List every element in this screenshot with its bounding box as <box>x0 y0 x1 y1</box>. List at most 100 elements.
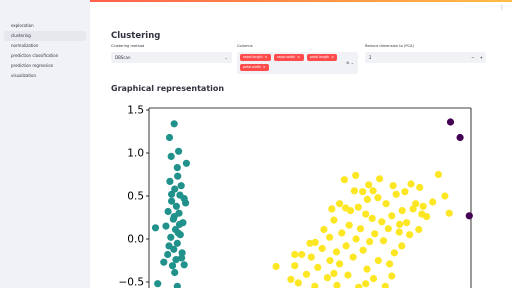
data-point-cluster-1 <box>291 262 299 270</box>
data-point-cluster-1 <box>318 244 326 253</box>
clustering-method-select[interactable]: DBScan ⌄ <box>111 52 232 63</box>
data-point-cluster-1 <box>307 253 315 261</box>
data-point-cluster-1 <box>363 265 371 273</box>
data-point-cluster-1 <box>320 225 328 234</box>
data-point-cluster-1 <box>349 253 357 261</box>
data-point-cluster-1 <box>381 282 389 288</box>
data-point-cluster-0 <box>168 190 176 198</box>
remove-tag-icon[interactable]: × <box>265 55 268 59</box>
data-point-cluster-1 <box>362 210 370 218</box>
section-title: Graphical representation <box>111 84 225 93</box>
data-point-cluster-0 <box>170 120 178 128</box>
data-point-cluster-1 <box>359 188 367 196</box>
remove-tag-icon[interactable]: × <box>263 65 266 69</box>
data-point-cluster-0 <box>171 268 179 277</box>
data-point-cluster-1 <box>344 271 352 279</box>
data-point-cluster-1 <box>386 260 394 268</box>
data-point-cluster-1 <box>389 182 397 190</box>
chevron-down-icon[interactable]: ⌄ <box>351 60 354 65</box>
data-point-cluster-1 <box>378 218 386 226</box>
data-point-cluster-1 <box>434 170 442 179</box>
data-point-cluster-1 <box>407 180 415 188</box>
data-point-cluster-1 <box>306 239 314 247</box>
data-point-cluster-1 <box>326 256 334 265</box>
data-point-cluster-1 <box>415 225 423 234</box>
remove-tag-icon[interactable]: × <box>297 55 300 59</box>
data-point-cluster-0 <box>176 191 184 199</box>
increment-button[interactable]: + <box>480 55 483 60</box>
reduce-dimension-label: Reduce dimension to (PCA) <box>365 44 414 48</box>
y-tick-label: −0.5 <box>119 277 145 288</box>
sidebar-item-exploration[interactable]: exploration <box>4 21 86 31</box>
data-point-cluster-0 <box>174 172 182 180</box>
data-point-cluster-1 <box>314 263 322 271</box>
data-point-cluster-1 <box>362 280 370 288</box>
data-point-cluster-1 <box>416 183 424 191</box>
data-point-cluster-1 <box>350 187 358 195</box>
y-tick-label: 1.5 <box>127 105 144 117</box>
data-point-cluster-1 <box>382 200 390 208</box>
data-point-cluster-0 <box>182 159 190 167</box>
reduce-dimension-stepper[interactable]: 2 − + <box>365 52 486 63</box>
data-point-cluster-1 <box>298 250 306 259</box>
clustering-method-label: Clustering method <box>111 44 145 48</box>
data-point-cluster-1 <box>302 270 311 278</box>
column-tag-sepal-length[interactable]: sepal.length × <box>240 54 271 61</box>
data-point-cluster-1 <box>398 242 406 250</box>
data-point-cluster-1 <box>291 250 299 259</box>
data-point-cluster-0 <box>172 202 180 210</box>
data-point-cluster-1 <box>333 281 341 288</box>
data-point-cluster-1 <box>354 203 362 211</box>
data-point-cluster-1 <box>401 188 409 196</box>
data-point-cluster-0 <box>182 199 190 207</box>
data-point-cluster-1 <box>330 216 338 224</box>
sidebar-item-prediction-regression[interactable]: prediction regression <box>4 61 86 71</box>
data-point-cluster-1 <box>368 214 376 222</box>
sidebar-item-clustering[interactable]: clustering <box>4 31 86 41</box>
sidebar-item-normalization[interactable]: normalization <box>4 41 86 51</box>
data-point-cluster-0 <box>165 133 174 142</box>
data-point-cluster-1 <box>388 272 396 280</box>
column-tag-sepal-width[interactable]: sepal.width × <box>274 54 304 61</box>
data-point-cluster-1 <box>326 233 334 241</box>
data-point-cluster-0 <box>154 280 162 288</box>
multiselect-controls: ⊗ ⌄ <box>346 60 354 65</box>
sidebar-item-prediction-classification[interactable]: prediction classification <box>4 51 86 61</box>
decrement-button[interactable]: − <box>471 55 474 60</box>
data-point-cluster-1 <box>418 210 426 218</box>
data-point-cluster-0 <box>164 207 172 216</box>
data-point-cluster-1 <box>419 202 427 210</box>
data-point-cluster-0 <box>167 152 175 160</box>
data-point-cluster-1 <box>352 171 360 179</box>
data-point-cluster-0 <box>164 250 172 259</box>
data-point-cluster-1 <box>332 248 341 256</box>
data-point-cluster-1 <box>366 238 374 246</box>
data-point-cluster-0 <box>173 239 181 247</box>
data-point-cluster-1 <box>328 205 336 213</box>
data-point-cluster-1 <box>406 231 414 239</box>
remove-tag-icon[interactable]: × <box>331 55 334 59</box>
data-point-cluster-1 <box>287 275 295 283</box>
data-point-cluster-1 <box>294 279 302 287</box>
data-point-cluster-0 <box>166 177 174 185</box>
column-tag-petal-width[interactable]: petal.width × <box>240 64 269 71</box>
scatter-plot: 1.5 1.0 0.5 0.0 −0.5 <box>119 105 473 288</box>
y-tick-label: 0.0 <box>127 234 144 246</box>
reduce-dimension-value: 2 <box>369 55 372 60</box>
data-point-cluster-1 <box>374 194 382 202</box>
data-point-cluster-0 <box>173 282 181 288</box>
data-point-cluster-0 <box>173 164 181 172</box>
data-point-cluster-1 <box>371 230 379 238</box>
sidebar-item-visualization[interactable]: visualization <box>4 71 86 81</box>
columns-multiselect[interactable]: sepal.length × sepal.width × petal.length ×… <box>237 52 358 74</box>
data-point-cluster-1 <box>390 249 398 257</box>
column-tag-petal-length[interactable]: petal.length × <box>307 54 337 61</box>
data-point-cluster-0 <box>151 224 160 232</box>
data-point-cluster-0 <box>174 229 182 237</box>
data-point-cluster-1 <box>403 219 411 227</box>
data-point-cluster-1 <box>374 256 382 265</box>
data-point-cluster-1 <box>384 225 392 233</box>
clear-all-icon[interactable]: ⊗ <box>346 60 349 65</box>
data-point-cluster-1 <box>342 204 350 212</box>
data-point-cluster-1 <box>330 269 338 277</box>
